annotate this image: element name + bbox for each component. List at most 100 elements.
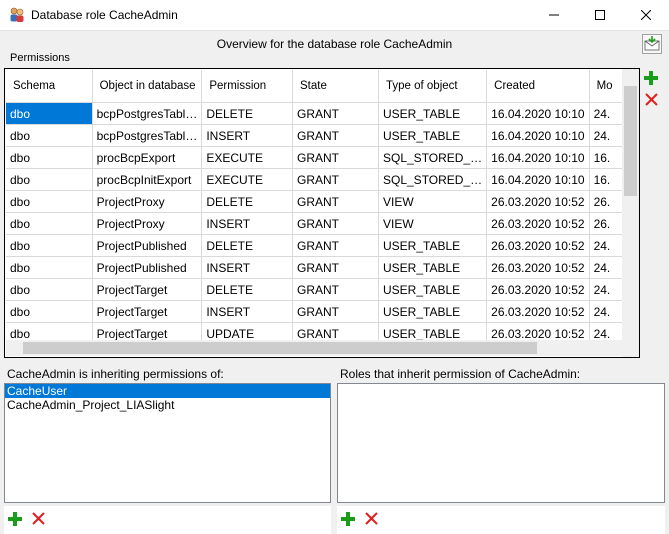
table-cell[interactable]: dbo <box>6 146 93 169</box>
table-cell[interactable]: GRANT <box>292 168 379 191</box>
table-cell[interactable]: ProjectPublished <box>92 234 203 257</box>
table-cell[interactable]: USER_TABLE <box>378 124 488 147</box>
table-row[interactable]: dbo ProjectProxy INSERT GRANT VIEW 26.03.2020… <box>6 212 626 235</box>
vertical-scroll-thumb[interactable] <box>624 86 637 196</box>
table-cell[interactable]: dbo <box>6 124 93 147</box>
table-cell[interactable]: USER_TABLE <box>378 102 488 125</box>
horizontal-scroll-thumb[interactable] <box>23 342 537 354</box>
add-permission-button[interactable] <box>643 70 659 87</box>
table-cell[interactable]: GRANT <box>292 212 379 235</box>
column-header[interactable]: Permission <box>201 70 293 103</box>
remove-member-role-button[interactable] <box>363 512 379 528</box>
close-button[interactable] <box>623 0 669 30</box>
table-cell[interactable]: EXECUTE <box>201 146 293 169</box>
table-row[interactable]: dbo ProjectTarget INSERT GRANT USER_TABLE 26.… <box>6 300 626 323</box>
table-cell[interactable]: dbo <box>6 190 93 213</box>
table-cell[interactable]: SQL_STORED_… <box>378 168 488 191</box>
table-cell[interactable]: 26.03.2020 10:52 <box>486 212 590 235</box>
inheriting-roles-list[interactable]: CacheUser CacheAdmin_Project_LIASlight <box>4 383 331 503</box>
table-row[interactable]: dbo ProjectPublished INSERT GRANT USER_TABLE… <box>6 256 626 279</box>
table-cell[interactable]: ProjectProxy <box>92 190 203 213</box>
table-cell[interactable]: USER_TABLE <box>378 278 488 301</box>
table-row[interactable]: dbo procBcpInitExport EXECUTE GRANT SQL_STOR… <box>6 168 626 191</box>
table-cell[interactable]: 24. <box>589 124 626 147</box>
table-cell[interactable]: DELETE <box>201 102 293 125</box>
table-cell[interactable]: GRANT <box>292 234 379 257</box>
table-cell[interactable]: DELETE <box>201 234 293 257</box>
table-cell[interactable]: 16.04.2020 10:10 <box>486 146 590 169</box>
table-cell[interactable]: bcpPostgresTabl… <box>92 102 203 125</box>
table-cell[interactable]: 24. <box>589 278 626 301</box>
column-header[interactable]: Created <box>486 70 590 103</box>
table-cell[interactable]: 24. <box>589 234 626 257</box>
column-header[interactable]: Type of object <box>378 70 488 103</box>
table-cell[interactable]: 24. <box>589 300 626 323</box>
table-cell[interactable]: 24. <box>589 256 626 279</box>
minimize-button[interactable] <box>531 0 577 30</box>
table-row[interactable]: dbo procBcpExport EXECUTE GRANT SQL_STORED_…… <box>6 146 626 169</box>
table-cell[interactable]: USER_TABLE <box>378 256 488 279</box>
table-cell[interactable]: GRANT <box>292 278 379 301</box>
table-cell[interactable]: procBcpInitExport <box>92 168 203 191</box>
table-cell[interactable]: dbo <box>6 212 93 235</box>
horizontal-scrollbar[interactable] <box>6 340 623 356</box>
table-cell[interactable]: SQL_STORED_… <box>378 146 488 169</box>
table-row[interactable]: dbo bcpPostgresTabl… DELETE GRANT USER_TABLE… <box>6 102 626 125</box>
maximize-button[interactable] <box>577 0 623 30</box>
table-cell[interactable]: bcpPostgresTabl… <box>92 124 203 147</box>
table-cell[interactable]: 16. <box>589 146 626 169</box>
table-cell[interactable]: ProjectProxy <box>92 212 203 235</box>
table-cell[interactable]: DELETE <box>201 190 293 213</box>
table-cell[interactable]: dbo <box>6 300 93 323</box>
table-cell[interactable]: INSERT <box>201 300 293 323</box>
table-cell[interactable]: procBcpExport <box>92 146 203 169</box>
table-cell[interactable]: 16.04.2020 10:10 <box>486 124 590 147</box>
table-cell[interactable]: INSERT <box>201 212 293 235</box>
inheriting-from-list[interactable] <box>337 383 665 503</box>
table-cell[interactable]: 16.04.2020 10:10 <box>486 168 590 191</box>
add-member-role-button[interactable] <box>340 511 356 528</box>
table-cell[interactable]: 26.03.2020 10:52 <box>486 190 590 213</box>
table-cell[interactable]: ProjectTarget <box>92 278 203 301</box>
table-cell[interactable]: dbo <box>6 256 93 279</box>
table-row[interactable]: dbo ProjectTarget DELETE GRANT USER_TABLE 26.… <box>6 278 626 301</box>
table-cell[interactable]: ProjectPublished <box>92 256 203 279</box>
column-header[interactable]: Schema <box>6 70 93 103</box>
table-cell[interactable]: dbo <box>6 102 93 125</box>
remove-inherited-role-button[interactable] <box>30 512 46 528</box>
table-cell[interactable]: 16.04.2020 10:10 <box>486 102 590 125</box>
column-header[interactable]: Mo <box>589 70 626 103</box>
column-header[interactable]: Object in database <box>92 70 203 103</box>
add-inherited-role-button[interactable] <box>7 511 23 528</box>
table-cell[interactable]: GRANT <box>292 190 379 213</box>
vertical-scrollbar[interactable] <box>622 69 639 342</box>
export-button[interactable] <box>642 34 662 54</box>
table-cell[interactable]: DELETE <box>201 278 293 301</box>
table-cell[interactable]: USER_TABLE <box>378 234 488 257</box>
column-header[interactable]: State <box>292 70 379 103</box>
table-cell[interactable]: VIEW <box>378 190 488 213</box>
table-cell[interactable]: GRANT <box>292 102 379 125</box>
table-cell[interactable]: EXECUTE <box>201 168 293 191</box>
table-cell[interactable]: 26.03.2020 10:52 <box>486 300 590 323</box>
table-row[interactable]: dbo ProjectPublished DELETE GRANT USER_TABLE… <box>6 234 626 257</box>
table-cell[interactable]: INSERT <box>201 256 293 279</box>
table-cell[interactable]: INSERT <box>201 124 293 147</box>
table-cell[interactable]: ProjectTarget <box>92 300 203 323</box>
table-cell[interactable]: 26.03.2020 10:52 <box>486 278 590 301</box>
table-cell[interactable]: VIEW <box>378 212 488 235</box>
table-cell[interactable]: dbo <box>6 278 93 301</box>
list-item[interactable]: CacheAdmin_Project_LIASlight <box>5 398 330 412</box>
table-cell[interactable]: 16. <box>589 168 626 191</box>
table-cell[interactable]: 26. <box>589 190 626 213</box>
table-cell[interactable]: 26. <box>589 212 626 235</box>
table-cell[interactable]: USER_TABLE <box>378 300 488 323</box>
remove-permission-button[interactable] <box>643 93 659 109</box>
table-cell[interactable]: 26.03.2020 10:52 <box>486 234 590 257</box>
table-cell[interactable]: GRANT <box>292 300 379 323</box>
table-cell[interactable]: dbo <box>6 168 93 191</box>
table-cell[interactable]: 26.03.2020 10:52 <box>486 256 590 279</box>
table-cell[interactable]: GRANT <box>292 256 379 279</box>
table-row[interactable]: dbo bcpPostgresTabl… INSERT GRANT USER_TABLE… <box>6 124 626 147</box>
table-cell[interactable]: 24. <box>589 102 626 125</box>
